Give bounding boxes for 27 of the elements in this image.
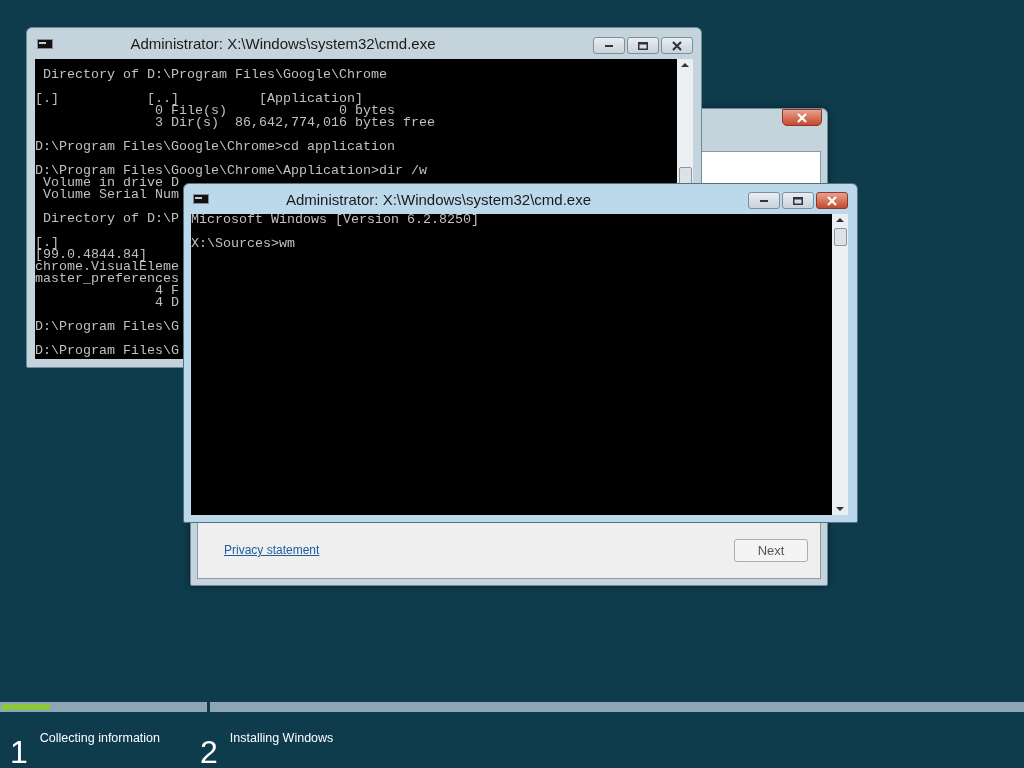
console-line: Directory of D:\Program Files\Google\Chrome	[42, 69, 387, 81]
window-title: Administrator: X:\Windows\system32\cmd.exe	[130, 35, 436, 52]
console-line: [99.0.4844.84]	[35, 249, 147, 261]
console-line: 4 D	[153, 297, 179, 309]
window-title: Administrator: X:\Windows\system32\cmd.exe	[285, 190, 592, 208]
console-line: 4 F	[154, 285, 179, 297]
console-line: Directory of D:\P	[42, 213, 179, 225]
console-line: D:\Program Files\G	[35, 321, 179, 333]
console-line: master_preferences	[35, 273, 179, 285]
console-line: [.] [..] [Application]	[35, 93, 363, 105]
console-line: X:\Sources>wm	[191, 238, 295, 250]
console-line: D:\Program Files\Google\Chrome\Application>dir /w	[35, 165, 427, 177]
step-label: Collecting information	[39, 731, 160, 745]
privacy-link[interactable]: Privacy statement	[224, 543, 320, 557]
console-line: D:\Program Files\G	[35, 345, 179, 357]
console-line: Volume in drive D	[43, 177, 179, 189]
console-line: D:\Program Files\Google\Chrome>cd application	[35, 141, 395, 153]
console-line: Volume Serial Num	[42, 189, 179, 201]
console-line: 0 File(s) 0 bytes	[154, 105, 395, 117]
step-number: 2	[200, 736, 218, 768]
console-line: Microsoft Windows [Version 6.2.8250]	[191, 214, 479, 226]
next-button[interactable]: Next	[734, 538, 808, 562]
console-line: chrome.VisualEleme	[35, 261, 179, 273]
step-label: Installing Windows	[229, 731, 334, 745]
console-line: 3 Dir(s) 86,642,774,016 bytes free	[153, 117, 435, 129]
console-line: [.]	[35, 237, 59, 249]
step-number: 1	[10, 736, 28, 768]
